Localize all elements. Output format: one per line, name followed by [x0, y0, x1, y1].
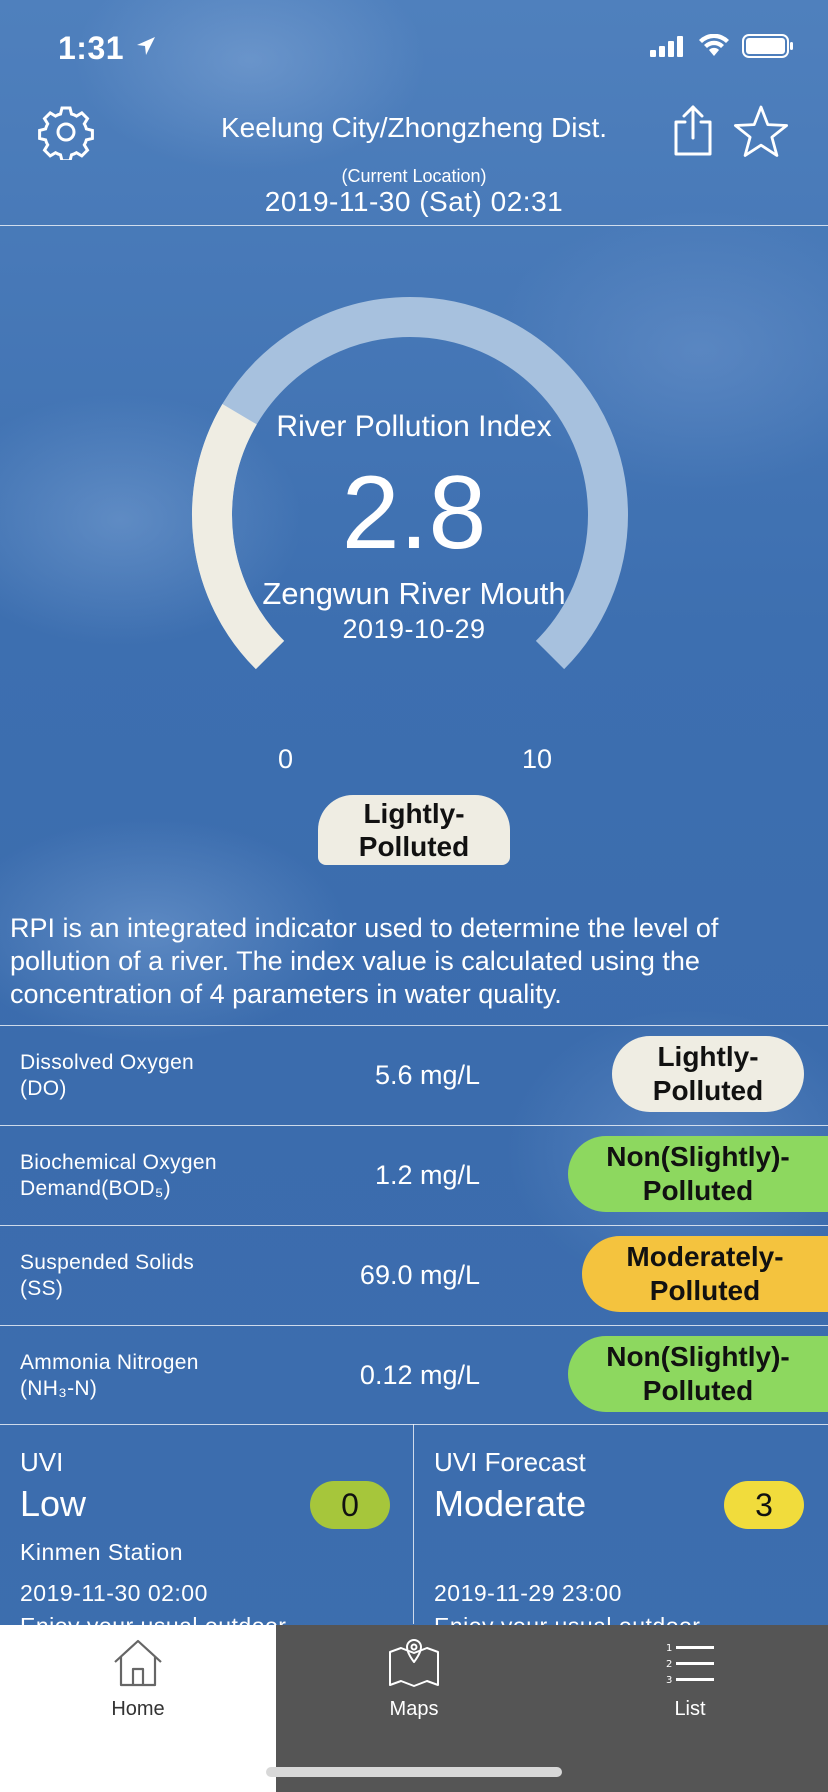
parameter-row-do[interactable]: Dissolved Oxygen (DO) 5.6 mg/L Lightly- P…: [0, 1026, 828, 1125]
uvi-label: UVI: [20, 1447, 64, 1477]
status-icons: [650, 34, 794, 58]
parameter-name-line1: Ammonia Nitrogen: [20, 1350, 199, 1374]
uvi-forecast-advice: Enjoy your usual outdoor: [434, 1613, 700, 1625]
parameter-row-nh3n[interactable]: Ammonia Nitrogen (NH₃-N) 0.12 mg/L Non(S…: [0, 1326, 828, 1425]
gauge-date: 2019-10-29: [342, 614, 486, 644]
rpi-description: RPI is an integrated indicator used to d…: [10, 913, 719, 1009]
gauge-station[interactable]: Zengwun River Mouth: [0, 576, 828, 612]
status-line1: Non(Slightly)-: [606, 1141, 790, 1172]
gauge-title: River Pollution Index: [276, 410, 552, 443]
parameter-name-line2: (NH₃-N): [20, 1376, 98, 1400]
battery-icon: [742, 34, 793, 58]
uvi-forecast-label: UVI Forecast: [434, 1447, 586, 1477]
status-line1: Lightly-: [657, 1041, 759, 1072]
uvi-forecast-value-badge: 3: [724, 1481, 804, 1529]
parameter-status-badge: Non(Slightly)- Polluted: [568, 1136, 828, 1212]
home-icon[interactable]: [112, 1638, 164, 1688]
status-time: 1:31: [58, 30, 157, 67]
parameter-status-badge: Lightly- Polluted: [612, 1036, 804, 1112]
parameter-status-badge: Non(Slightly)- Polluted: [568, 1336, 828, 1412]
favorite-star-icon[interactable]: [732, 104, 790, 160]
parameter-name-line2: (SS): [20, 1276, 64, 1300]
share-icon[interactable]: [668, 104, 718, 156]
parameter-status-badge: Moderately- Polluted: [582, 1236, 828, 1312]
uvi-forecast-time: 2019-11-29 23:00: [434, 1580, 622, 1606]
uvi-time: 2019-11-30 02:00: [20, 1580, 208, 1606]
status-time-text: 1:31: [58, 30, 125, 66]
uvi-value-badge: 0: [310, 1481, 390, 1529]
parameter-name-line1: Biochemical Oxygen: [20, 1150, 217, 1174]
parameter-value: 69.0 mg/L: [359, 1260, 480, 1290]
svg-text:2: 2: [666, 1659, 672, 1670]
uvi-forecast-card[interactable]: UVI Forecast Moderate 3 2019-11-29 23:00…: [414, 1425, 828, 1625]
parameter-name: Dissolved Oxygen (DO): [20, 1026, 194, 1125]
parameter-name: Biochemical Oxygen Demand(BOD₅): [20, 1126, 217, 1225]
parameter-name: Suspended Solids (SS): [20, 1226, 194, 1325]
svg-text:3: 3: [666, 1675, 672, 1686]
tab-maps-label[interactable]: Maps: [276, 1698, 552, 1721]
gauge-min-label: 0: [278, 744, 294, 774]
pollution-level-line1: Lightly-: [363, 798, 465, 829]
wifi-icon: [699, 34, 729, 56]
status-line2: Polluted: [642, 1375, 754, 1406]
status-line2: Polluted: [642, 1175, 754, 1206]
tab-list-label[interactable]: List: [552, 1698, 828, 1721]
current-datetime: 2019-11-30 (Sat) 02:31: [264, 186, 564, 217]
status-line1: Non(Slightly)-: [606, 1341, 790, 1372]
parameter-name: Ammonia Nitrogen (NH₃-N): [20, 1326, 199, 1425]
parameter-value: 5.6 mg/L: [374, 1060, 480, 1090]
parameter-value: 0.12 mg/L: [359, 1360, 480, 1390]
cellular-signal-icon: [650, 36, 683, 57]
parameter-name-line2: Demand(BOD₅): [20, 1176, 171, 1200]
parameter-value: 1.2 mg/L: [374, 1160, 480, 1190]
parameter-name-line2: (DO): [20, 1076, 67, 1100]
uvi-card[interactable]: UVI Low 0 Kinmen Station 2019-11-30 02:0…: [0, 1425, 413, 1625]
parameter-row-ss[interactable]: Suspended Solids (SS) 69.0 mg/L Moderate…: [0, 1226, 828, 1325]
status-line1: Moderately-: [626, 1241, 784, 1272]
svg-text:1: 1: [666, 1643, 672, 1654]
parameter-row-bod[interactable]: Biochemical Oxygen Demand(BOD₅) 1.2 mg/L…: [0, 1126, 828, 1225]
home-indicator: [266, 1767, 562, 1777]
status-line2: Polluted: [652, 1075, 764, 1106]
status-line2: Polluted: [649, 1275, 761, 1306]
uvi-forecast-level: Moderate: [434, 1483, 587, 1524]
pollution-level-badge: Lightly- Polluted: [318, 795, 510, 865]
header-divider: [0, 225, 828, 226]
map-icon[interactable]: [388, 1636, 440, 1688]
parameter-name-line1: Suspended Solids: [20, 1250, 195, 1274]
pollution-level-line2: Polluted: [358, 831, 470, 862]
location-arrow-icon: [137, 37, 156, 55]
gauge-max-label: 10: [522, 744, 553, 774]
uvi-station: Kinmen Station: [20, 1539, 183, 1565]
list-icon[interactable]: 1 2 3: [664, 1640, 716, 1686]
tab-home-label[interactable]: Home: [0, 1698, 276, 1721]
uvi-advice: Enjoy your usual outdoor: [20, 1613, 286, 1625]
gauge-value: 2.8: [341, 455, 487, 571]
uvi-level: Low: [20, 1483, 87, 1524]
parameter-name-line1: Dissolved Oxygen: [20, 1050, 195, 1074]
current-location-note: (Current Location): [341, 166, 487, 186]
